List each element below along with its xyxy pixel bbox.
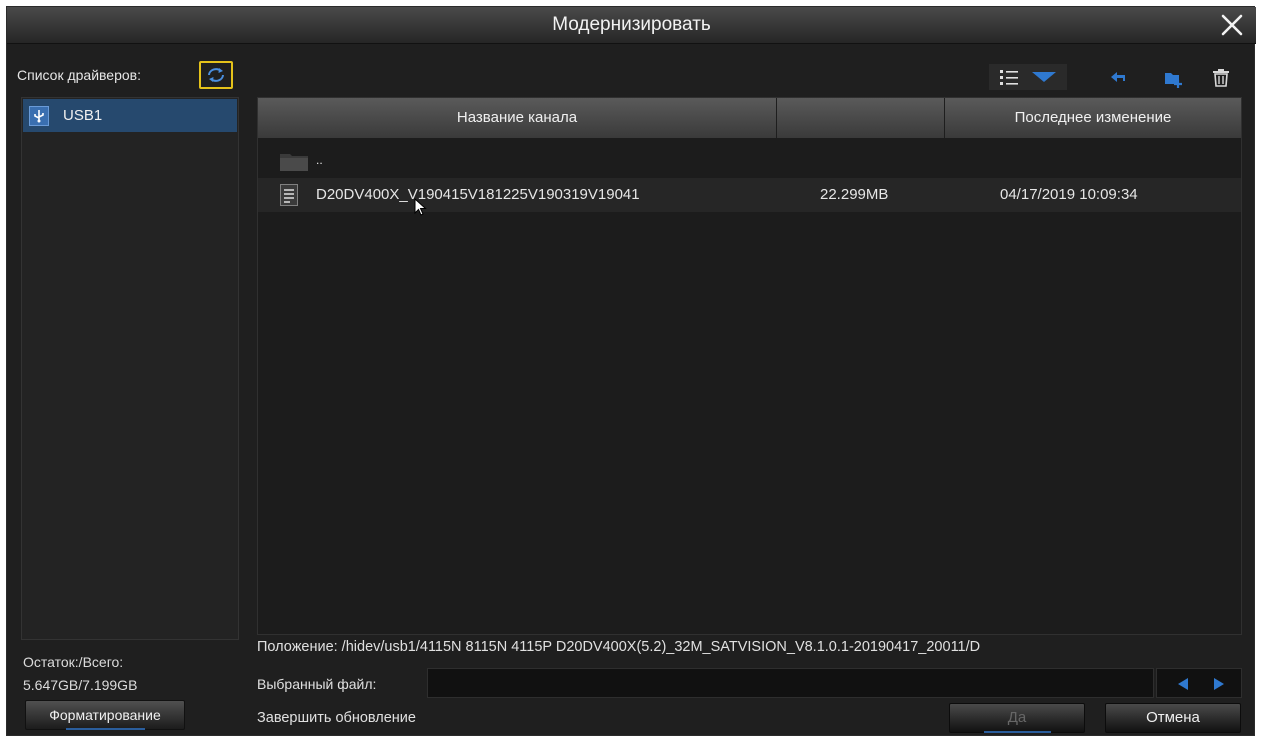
refresh-icon (208, 68, 224, 82)
mouse-cursor-icon (414, 198, 427, 216)
ok-button-label: Да (1007, 709, 1027, 726)
close-icon[interactable] (1218, 11, 1246, 39)
refresh-button[interactable] (199, 61, 233, 89)
file-name: .. (316, 153, 323, 167)
drive-label: USB1 (63, 107, 103, 124)
folder-icon (280, 154, 308, 171)
current-path: Положение: /hidev/usb1/4115N 8115N 4115P… (257, 639, 981, 655)
cancel-button-label: Отмена (1146, 709, 1200, 726)
selected-file-label: Выбранный файл: (257, 676, 377, 692)
file-table-header: Название канала Последнее изменение (258, 98, 1241, 138)
table-row[interactable]: D20DV400X_V190415V181225V190319V19041 22… (258, 178, 1241, 212)
finish-update-label: Завершить обновление (257, 710, 416, 726)
file-name: D20DV400X_V190415V181225V190319V19041 (316, 186, 640, 203)
arrow-right-icon[interactable] (1211, 676, 1227, 692)
space-label: Остаток:/Всего: (23, 654, 124, 670)
title-bar: Модернизировать (7, 7, 1256, 44)
file-modified: 04/17/2019 10:09:34 (1000, 186, 1138, 203)
file-size: 22.299MB (820, 186, 889, 203)
button-underline (983, 731, 1051, 733)
table-row[interactable]: .. (258, 143, 1241, 177)
format-button[interactable]: Форматирование (25, 700, 185, 730)
drivers-list-label: Список драйверов: (17, 67, 141, 83)
upgrade-dialog: Модернизировать Список драйверов: USB1 О… (6, 6, 1256, 736)
chevron-down-icon (1032, 72, 1056, 82)
file-icon (280, 184, 298, 206)
back-arrow-icon[interactable] (1107, 67, 1129, 89)
list-view-icon (1000, 70, 1018, 85)
button-underline (65, 728, 145, 730)
cancel-button[interactable]: Отмена (1105, 703, 1241, 733)
new-folder-icon[interactable] (1163, 67, 1185, 89)
view-mode-dropdown[interactable] (989, 64, 1067, 90)
format-button-label: Форматирование (49, 707, 161, 723)
file-navigation (1156, 668, 1242, 698)
ok-button[interactable]: Да (949, 703, 1085, 733)
column-header-modified[interactable]: Последнее изменение (945, 98, 1241, 138)
column-header-size[interactable] (777, 98, 945, 138)
usb-icon (29, 105, 49, 126)
file-browser: Название канала Последнее изменение .. D… (257, 97, 1242, 635)
trash-icon[interactable] (1210, 67, 1232, 89)
drive-item-usb1[interactable]: USB1 (23, 99, 237, 132)
dialog-title: Модернизировать (552, 14, 711, 35)
space-value: 5.647GB/7.199GB (23, 677, 138, 693)
selected-file-field[interactable] (427, 668, 1154, 698)
arrow-left-icon[interactable] (1175, 676, 1191, 692)
drive-list: USB1 (21, 97, 239, 640)
column-header-name[interactable]: Название канала (258, 98, 777, 138)
